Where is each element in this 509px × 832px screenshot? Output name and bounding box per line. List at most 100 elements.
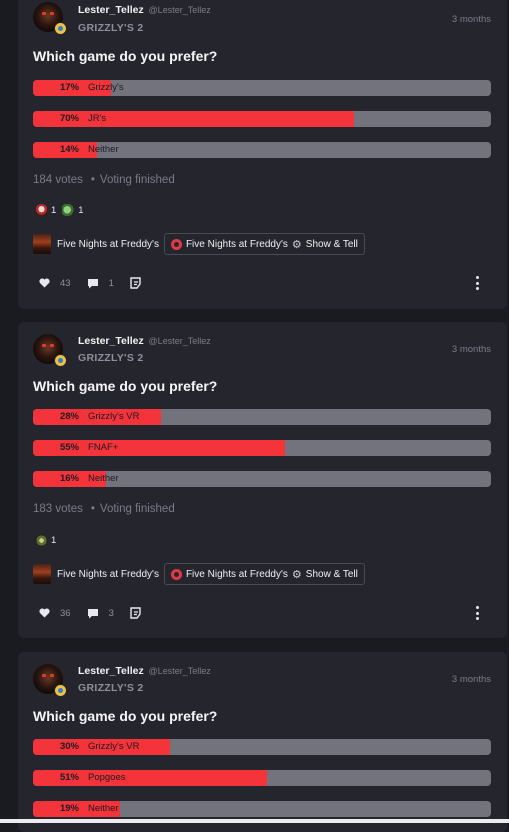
poll-option[interactable]: 19% Neither [33,801,491,817]
author-handle: @Lester_Tellez [148,666,211,676]
reactions-bar: 1 [35,532,56,548]
poll-post-card: Lester_Tellez @Lester_Tellez GRIZZLY'S 2… [18,0,507,309]
separator-dot: • [90,503,95,515]
frog-icon [62,203,76,217]
voting-status: Voting finished [99,503,175,515]
post-timestamp: 3 months [451,14,491,25]
reaction-count: 1 [51,204,57,216]
share-button[interactable] [130,277,141,289]
author-handle: @Lester_Tellez [148,336,211,346]
poll-option-label: FNAF+ [88,442,119,453]
heart-icon [39,608,50,618]
poll-option-percent: 51% [59,772,79,783]
comment-count: 1 [108,277,114,289]
reaction[interactable]: 1 [62,203,84,217]
author-line: Lester_Tellez @Lester_Tellez [78,665,211,677]
community-name[interactable]: GRIZZLY'S 2 [78,352,144,364]
reaction[interactable]: 1 [35,533,57,547]
author-name[interactable]: Lester_Tellez [78,335,144,347]
poll-question: Which game do you prefer? [33,708,218,724]
community-tag[interactable]: Five Nights at Freddy's [33,233,159,255]
voting-status: Voting finished [99,174,175,186]
like-count: 36 [60,607,71,619]
community-tag-label: Five Nights at Freddy's [57,238,159,250]
share-icon [130,607,141,619]
reactions-bar: 1 1 [35,202,84,218]
comment-icon [87,608,98,618]
poll-option-label: Neither [88,803,119,814]
vote-count: 183 votes [33,503,83,515]
poll-question: Which game do you prefer? [33,48,218,64]
post-timestamp: 3 months [451,344,491,355]
share-button[interactable] [130,607,141,619]
poll-option[interactable]: 70% JR's [33,111,491,127]
vote-count: 184 votes [33,174,83,186]
community-thumbnail [33,564,51,584]
comment-icon [87,278,98,288]
poll-option-percent: 16% [59,473,79,484]
heart-icon [39,278,50,288]
poll-option[interactable]: 28% Grizzly's VR [33,409,491,425]
poll-option-percent: 70% [59,113,79,124]
more-options-icon[interactable] [475,276,479,290]
community-logo-icon [170,568,182,580]
poll-option-label: Neither [88,473,119,484]
gear-icon: ⚙ [291,238,302,251]
owl-icon [35,533,48,547]
post-timestamp: 3 months [451,674,491,685]
flair-tag[interactable]: Five Nights at Freddy's ⚙ Show & Tell [163,563,365,585]
community-thumbnail [33,234,51,254]
poll-option-fill [33,111,354,127]
poll-option-label: Popgoes [88,772,126,783]
like-button[interactable]: 36 [39,608,71,619]
flair-label: Show & Tell [305,568,358,580]
poll-option[interactable]: 16% Neither [33,471,491,487]
poll-option-percent: 19% [59,803,79,814]
poll-option-label: Grizzly's VR [88,411,140,422]
separator-dot: • [90,174,95,186]
community-tag-label: Five Nights at Freddy's [57,568,159,580]
poll-option-percent: 30% [59,741,79,752]
flair-label: Show & Tell [305,238,358,250]
poll-option-percent: 28% [59,411,79,422]
poll-question: Which game do you prefer? [33,378,218,394]
poll-option[interactable]: 55% FNAF+ [33,440,491,456]
community-logo-icon [170,238,182,250]
post-actions: 36 3 [39,606,157,620]
poll-option-percent: 17% [59,82,79,93]
reaction-count: 1 [78,204,84,216]
gear-icon: ⚙ [291,568,302,581]
poll-post-card: Lester_Tellez @Lester_Tellez GRIZZLY'S 2… [18,652,507,832]
freddy-face-icon [35,203,48,217]
author-line: Lester_Tellez @Lester_Tellez [78,335,211,347]
bottom-edge [0,819,509,823]
poll-meta: 183 votes • Voting finished [33,503,175,515]
more-options-icon[interactable] [475,606,479,620]
comment-count: 3 [108,607,114,619]
community-tag[interactable]: Five Nights at Freddy's [33,563,159,585]
community-name[interactable]: GRIZZLY'S 2 [78,22,144,34]
verified-badge-icon [54,22,67,35]
poll-option[interactable]: 30% Grizzly's VR [33,739,491,755]
poll-post-card: Lester_Tellez @Lester_Tellez GRIZZLY'S 2… [18,322,507,638]
community-name[interactable]: GRIZZLY'S 2 [78,682,144,694]
like-button[interactable]: 43 [39,278,71,289]
flair-tag[interactable]: Five Nights at Freddy's ⚙ Show & Tell [163,233,365,255]
poll-option-percent: 55% [59,442,79,453]
poll-option-percent: 14% [59,144,79,155]
post-tags: Five Nights at Freddy's Five Nights at F… [33,563,365,585]
poll-option[interactable]: 51% Popgoes [33,770,491,786]
poll-option[interactable]: 14% Neither [33,142,491,158]
poll-option[interactable]: 17% Grizzly's [33,80,491,96]
flair-community-label: Five Nights at Freddy's [185,568,288,580]
post-tags: Five Nights at Freddy's Five Nights at F… [33,233,365,255]
author-name[interactable]: Lester_Tellez [78,4,144,16]
verified-badge-icon [54,684,67,697]
reaction[interactable]: 1 [35,203,57,217]
reaction-count: 1 [51,534,57,546]
poll-option-label: JR's [88,113,107,124]
comment-button[interactable]: 1 [87,278,114,289]
comment-button[interactable]: 3 [87,608,114,619]
flair-community-label: Five Nights at Freddy's [185,238,288,250]
author-name[interactable]: Lester_Tellez [78,665,144,677]
